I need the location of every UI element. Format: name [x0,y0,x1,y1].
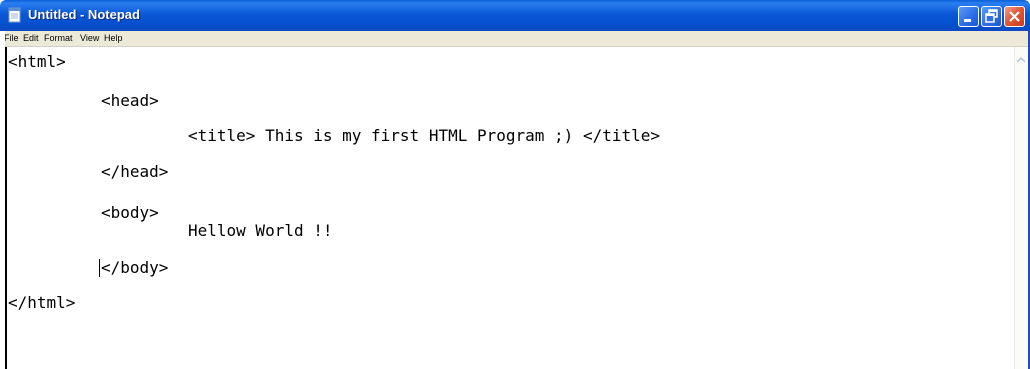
close-icon [1009,11,1020,22]
restore-icon [985,9,998,23]
code-line: </body> [101,258,169,277]
minimize-icon [964,19,971,22]
menu-view[interactable]: View [78,31,101,46]
close-button[interactable] [1004,6,1025,27]
code-line: </html> [8,293,76,312]
code-line: <title> This is my first HTML Program ;)… [188,126,661,145]
code-line: <body> [101,203,159,222]
vertical-scrollbar[interactable] [1014,47,1029,369]
minimize-button[interactable] [958,6,979,27]
menu-format[interactable]: Format [42,31,75,46]
menu-help[interactable]: Help [102,31,125,46]
window-title: Untitled - Notepad [28,7,140,22]
code-line: Hellow World !! [188,221,333,240]
code-line: <html> [8,52,66,71]
menu-edit[interactable]: Edit [21,31,41,46]
menu-bar: File Edit Format View Help [0,31,1030,47]
restore-button[interactable] [981,6,1002,27]
notepad-icon[interactable] [7,7,23,23]
scroll-up-button[interactable] [1014,53,1028,67]
title-bar[interactable]: Untitled - Notepad [0,0,1030,31]
code-line: </head> [101,162,169,181]
notepad-window: Untitled - Notepad File Edit Format View [0,0,1030,369]
code-line: <head> [101,91,159,110]
chevron-up-icon [1016,56,1026,63]
text-caret [99,259,100,277]
